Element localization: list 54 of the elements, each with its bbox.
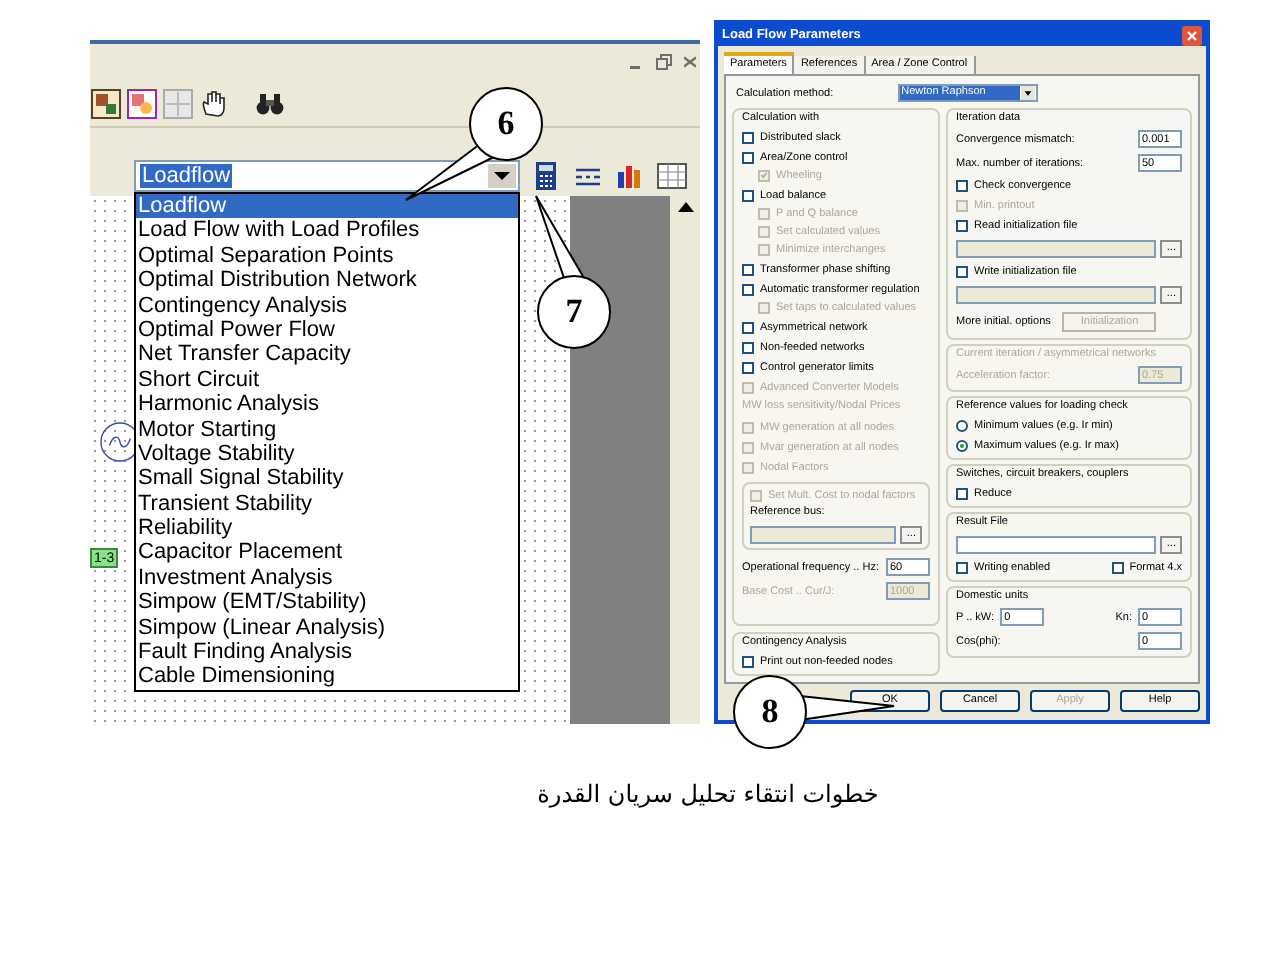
close-icon[interactable] bbox=[684, 54, 696, 70]
callout-number: 8 bbox=[759, 692, 781, 732]
callout-number: 6 bbox=[495, 104, 517, 144]
list-item[interactable]: Reliability bbox=[136, 516, 518, 541]
radio-button[interactable] bbox=[956, 419, 968, 431]
checkbox[interactable] bbox=[742, 151, 754, 163]
checkbox[interactable] bbox=[956, 561, 968, 573]
checkbox[interactable] bbox=[956, 179, 968, 191]
list-item[interactable]: Optimal Separation Points bbox=[136, 243, 518, 269]
list-item[interactable]: Harmonic Analysis bbox=[136, 392, 518, 418]
layers-icon[interactable] bbox=[126, 87, 158, 119]
list-item[interactable]: Transient Stability bbox=[136, 491, 518, 517]
calculator-icon[interactable] bbox=[530, 160, 562, 192]
checkbox[interactable] bbox=[742, 361, 754, 373]
list-item[interactable]: Optimal Distribution Network bbox=[136, 268, 518, 294]
dropdown-value: Loadflow bbox=[140, 164, 233, 188]
input-field[interactable] bbox=[956, 535, 1157, 553]
dropdown-arrow-icon[interactable] bbox=[1019, 86, 1036, 100]
list-item[interactable]: Net Transfer Capacity bbox=[136, 342, 518, 368]
checkbox[interactable] bbox=[742, 341, 754, 353]
figure-caption: خطوات انتقاء تحليل سريان القدرة bbox=[537, 778, 879, 812]
list-item[interactable]: Small Signal Stability bbox=[136, 466, 518, 492]
list-item[interactable]: Loadflow bbox=[136, 194, 518, 219]
checkbox[interactable] bbox=[956, 219, 968, 231]
list-item[interactable]: Simpow (Linear Analysis) bbox=[136, 615, 518, 641]
list-item[interactable]: Voltage Stability bbox=[136, 441, 518, 467]
checkbox[interactable] bbox=[742, 263, 754, 275]
list-item[interactable]: Investment Analysis bbox=[136, 565, 518, 591]
list-item[interactable]: Motor Starting bbox=[136, 417, 518, 442]
list-item[interactable]: Cable Dimensioning bbox=[136, 664, 518, 690]
hand-icon[interactable] bbox=[198, 87, 230, 119]
checkbox[interactable] bbox=[742, 283, 754, 295]
restore-icon[interactable] bbox=[656, 54, 672, 70]
checkbox[interactable] bbox=[956, 265, 968, 277]
image-icon[interactable] bbox=[90, 87, 122, 119]
list-item[interactable]: Load Flow with Load Profiles bbox=[136, 218, 518, 244]
list-item[interactable]: Optimal Power Flow bbox=[136, 317, 518, 343]
checkbox[interactable] bbox=[742, 131, 754, 143]
list-item[interactable]: Fault Finding Analysis bbox=[136, 640, 518, 665]
close-icon[interactable] bbox=[1182, 25, 1202, 45]
table-icon[interactable] bbox=[656, 160, 688, 192]
bar-chart-icon[interactable] bbox=[614, 160, 646, 192]
scroll-up-icon[interactable] bbox=[677, 200, 693, 212]
checkbox[interactable] bbox=[742, 655, 754, 667]
list-item[interactable]: Capacitor Placement bbox=[136, 540, 518, 566]
checkbox[interactable] bbox=[742, 321, 754, 333]
list-item[interactable]: Contingency Analysis bbox=[136, 293, 518, 318]
list-item[interactable]: Simpow (EMT/Stability) bbox=[136, 590, 518, 616]
list-item[interactable]: Short Circuit bbox=[136, 367, 518, 393]
checkbox[interactable] bbox=[1111, 561, 1124, 573]
radio-button[interactable] bbox=[956, 439, 968, 451]
checkbox[interactable] bbox=[742, 189, 754, 201]
callout-number: 7 bbox=[563, 292, 585, 332]
checkbox[interactable] bbox=[956, 487, 968, 499]
